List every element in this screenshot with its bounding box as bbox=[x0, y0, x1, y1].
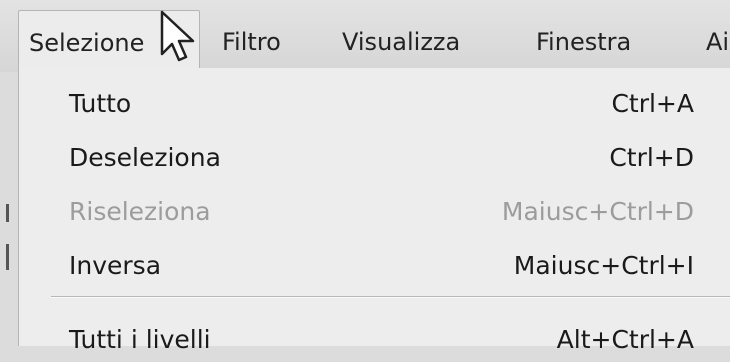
edge-mark bbox=[6, 204, 9, 222]
menu-item-label: Inversa bbox=[69, 251, 162, 280]
menu-item-shortcut: Maiusc+Ctrl+I bbox=[513, 251, 694, 280]
edge-mark bbox=[6, 244, 9, 270]
menu-item-shortcut: Maiusc+Ctrl+D bbox=[501, 197, 694, 226]
menu-item-tutto[interactable]: Tutto Ctrl+A bbox=[19, 82, 699, 126]
menubar-filtro[interactable]: Filtro bbox=[222, 24, 281, 60]
menu-item-label: Tutti i livelli bbox=[69, 325, 211, 354]
selezione-dropdown-menu: Tutto Ctrl+A Deseleziona Ctrl+D Riselezi… bbox=[18, 68, 730, 354]
menu-item-riseleziona: Riseleziona Maiusc+Ctrl+D bbox=[19, 190, 699, 234]
menu-item-deseleziona[interactable]: Deseleziona Ctrl+D bbox=[19, 136, 699, 180]
menubar-finestra[interactable]: Finestra bbox=[536, 24, 631, 60]
menu-separator bbox=[51, 296, 730, 298]
menu-item-shortcut: Alt+Ctrl+A bbox=[556, 325, 694, 354]
menu-item-shortcut: Ctrl+A bbox=[611, 89, 694, 118]
menu-item-shortcut: Ctrl+D bbox=[609, 143, 694, 172]
menu-item-label: Riseleziona bbox=[69, 197, 211, 226]
arrow-pointer-icon bbox=[160, 10, 195, 62]
menubar-visualizza[interactable]: Visualizza bbox=[342, 24, 460, 60]
menubar-item-truncated[interactable]: Ai bbox=[706, 24, 729, 60]
menu-item-label: Tutto bbox=[69, 89, 132, 118]
menu-item-label: Deseleziona bbox=[69, 143, 221, 172]
menu-item-tutti-i-livelli[interactable]: Tutti i livelli Alt+Ctrl+A bbox=[19, 318, 699, 362]
menu-bar: Selezione Filtro Visualizza Finestra Ai bbox=[0, 0, 730, 72]
menu-item-inversa[interactable]: Inversa Maiusc+Ctrl+I bbox=[19, 244, 699, 288]
